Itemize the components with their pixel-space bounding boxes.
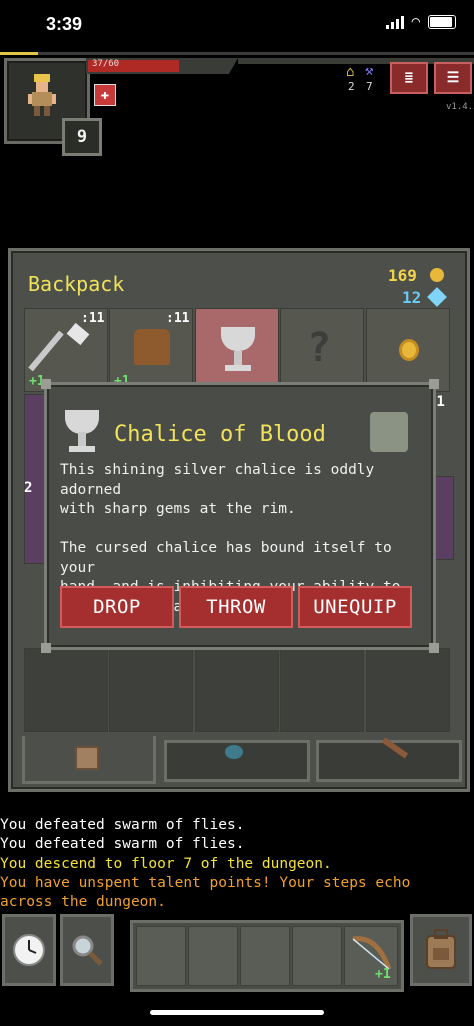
backpack-slot[interactable] bbox=[24, 648, 108, 732]
pouch-icon bbox=[225, 745, 243, 759]
tab-quiver[interactable] bbox=[316, 737, 462, 782]
scroll-icon[interactable] bbox=[370, 412, 408, 452]
status-time: 3:39 bbox=[46, 14, 83, 34]
backpack-slot[interactable] bbox=[195, 648, 279, 732]
backpack-slot[interactable] bbox=[280, 648, 364, 732]
journal-button[interactable]: ≣ bbox=[390, 62, 428, 94]
gold-icon bbox=[430, 268, 444, 282]
slot-armor[interactable]: :11 +1 bbox=[109, 308, 193, 392]
wifi-icon: ◠ bbox=[411, 14, 420, 30]
hero-level: 9 bbox=[62, 118, 102, 156]
version-label: v1.4.3 bbox=[446, 102, 474, 112]
slot-weapon[interactable]: :11 +1 bbox=[24, 308, 108, 392]
item-title: Chalice of Blood bbox=[114, 422, 326, 447]
signal-icon bbox=[385, 15, 404, 29]
status-icons: ◠ bbox=[385, 14, 456, 30]
ring-icon bbox=[399, 339, 419, 361]
hp-text: 37/60 bbox=[92, 59, 120, 69]
backpack-slot[interactable] bbox=[109, 648, 193, 732]
xp-bar bbox=[0, 52, 38, 55]
quickslot-2[interactable] bbox=[188, 926, 238, 986]
inventory-button[interactable] bbox=[410, 914, 472, 986]
game-log: You defeated swarm of flies. You defeate… bbox=[0, 816, 474, 912]
quickslot-3[interactable] bbox=[240, 926, 290, 986]
log-line: You defeated swarm of flies. bbox=[0, 817, 245, 833]
quickslot-1[interactable] bbox=[136, 926, 186, 986]
search-button[interactable] bbox=[60, 914, 114, 986]
slot-misc[interactable]: ? bbox=[280, 308, 364, 392]
menu-button[interactable]: ☰ bbox=[434, 62, 472, 94]
slot-qty: 2 bbox=[24, 480, 33, 496]
log-line: You have unspent talent points! Your ste… bbox=[0, 874, 411, 891]
backpack-title: Backpack bbox=[28, 272, 125, 296]
clock-icon bbox=[13, 934, 45, 966]
tab-backpack[interactable] bbox=[22, 736, 156, 784]
slot-qty: :11 bbox=[166, 311, 190, 326]
magnifier-icon bbox=[72, 935, 103, 966]
keys-value: 7 bbox=[366, 80, 373, 93]
regen-blocked-buff-icon[interactable]: ✚ bbox=[94, 84, 116, 106]
slot-artifact[interactable] bbox=[195, 308, 279, 392]
hud-divider bbox=[0, 52, 474, 55]
gold-count: 169 bbox=[388, 266, 417, 285]
quickslot-5[interactable]: +1 bbox=[344, 926, 398, 986]
slot-upgrade: +1 bbox=[375, 967, 391, 982]
drop-button[interactable]: DROP bbox=[60, 586, 174, 628]
energy-count: 12 bbox=[402, 288, 422, 307]
log-line: You defeated swarm of flies. bbox=[0, 836, 245, 853]
journal-icon: ≣ bbox=[404, 70, 414, 86]
axe-icon bbox=[28, 330, 64, 372]
depth-icon: ⌂ bbox=[346, 64, 355, 80]
backpack-icon bbox=[426, 929, 456, 969]
home-indicator[interactable] bbox=[150, 1010, 324, 1015]
key-icon: ⚒ bbox=[365, 63, 374, 79]
chalice-icon bbox=[62, 410, 102, 454]
quiver-icon bbox=[381, 737, 409, 759]
battery-icon bbox=[428, 15, 456, 29]
hero-sprite-icon bbox=[28, 74, 56, 116]
slot-qty: :11 bbox=[81, 311, 105, 326]
log-line: You descend to floor 7 of the dungeon. bbox=[0, 855, 332, 872]
backpack-icon bbox=[75, 746, 99, 770]
wait-button[interactable] bbox=[2, 914, 56, 986]
quickslot-4[interactable] bbox=[292, 926, 342, 986]
chalice-icon bbox=[221, 327, 255, 351]
menu-icon: ☰ bbox=[446, 70, 460, 86]
unequip-button[interactable]: UNEQUIP bbox=[298, 586, 412, 628]
depth-value: 2 bbox=[348, 80, 355, 93]
leather-armor-icon bbox=[134, 329, 170, 365]
tab-pouch[interactable] bbox=[164, 740, 310, 782]
log-line: across the dungeon. bbox=[0, 894, 166, 911]
throw-button[interactable]: THROW bbox=[179, 586, 293, 628]
question-icon: ? bbox=[307, 325, 332, 371]
backpack-slot[interactable] bbox=[366, 648, 450, 732]
